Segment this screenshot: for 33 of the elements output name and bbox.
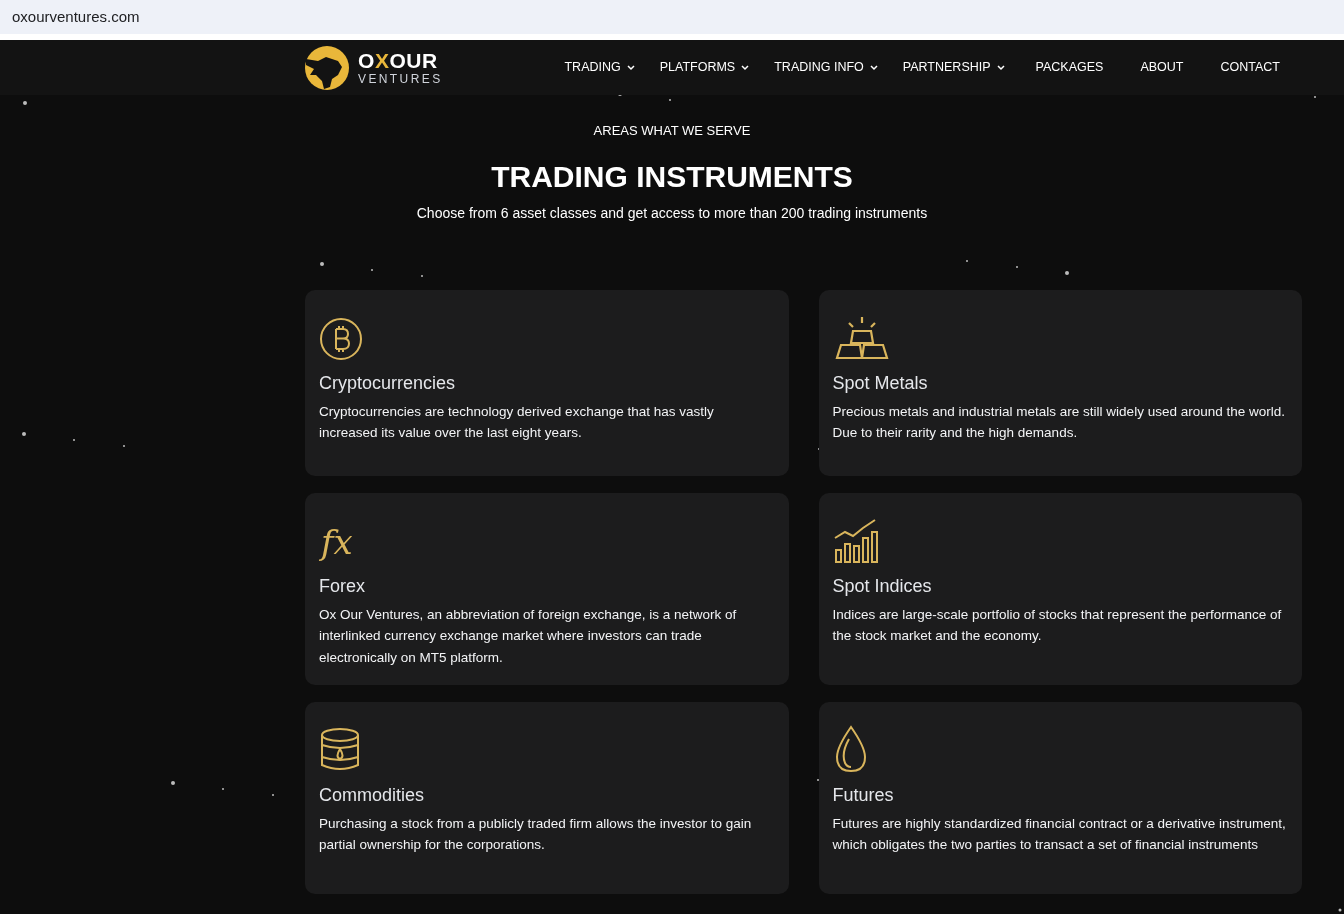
fx-icon: fx [319,519,355,564]
caret-icon [741,64,750,71]
card-title: Spot Metals [832,371,929,395]
card-description: Purchasing a stock from a publicly traded firm allows the investor to gain partial ownership for the corporations. [319,814,753,854]
caret-icon [626,64,635,71]
nav-link[interactable]: PACKAGES [1029,58,1110,77]
section-subtitle: Choose from 6 asset classes and get access to more than 200 trading instruments [416,203,928,223]
section-title: TRADING INSTRUMENTS [491,158,853,195]
section-eyebrow: AREAS WHAT WE SERVE [593,122,751,140]
nav-dropdown-link[interactable]: PARTNERSHIP [902,58,1005,77]
card-title: Forex [319,574,366,598]
card-title: Commodities [319,783,426,807]
card-description: Futures are highly standardized financial contract or a derivative instrument, which obligates the two parties to transact a set of financial instruments [832,814,1287,854]
card-title: Futures [832,783,895,807]
card-title: Cryptocurrencies [319,371,457,395]
nav-link[interactable]: CONTACT [1214,58,1286,77]
card-description: Cryptocurrencies are technology derived exchange that has vastly increased its value over the last eight years. [319,402,715,442]
nav-dropdown-link[interactable]: TRADING [564,58,635,77]
card-description: Ox Our Ventures, an abbreviation of foreign exchange, is a network of interlinked currency exchange market where investors can trade electronically on MT5 platform. [319,605,738,667]
card-title: Spot Indices [832,574,933,598]
nav-dropdown-link[interactable]: TRADING INFO [774,58,878,77]
address-bar-url[interactable]: oxourventures.com [12,5,140,29]
caret-icon [996,64,1005,71]
bitcoin-icon [319,316,363,361]
card-description: Indices are large-scale portfolio of stocks that represent the performance of the stock market and the economy. [832,605,1283,645]
logo-tagline: VENTURES [358,73,443,85]
nav-dropdown-link[interactable]: PLATFORMS [659,58,750,77]
nav-link[interactable]: ABOUT [1134,58,1190,77]
caret-icon [869,64,878,71]
logo-wordmark: OXOUR [358,50,439,71]
barrel-icon [319,726,361,773]
bar-chart-icon [832,517,879,564]
card-description: Precious metals and industrial metals are still widely used around the world. Due to their rarity and the high demands. [832,402,1286,442]
